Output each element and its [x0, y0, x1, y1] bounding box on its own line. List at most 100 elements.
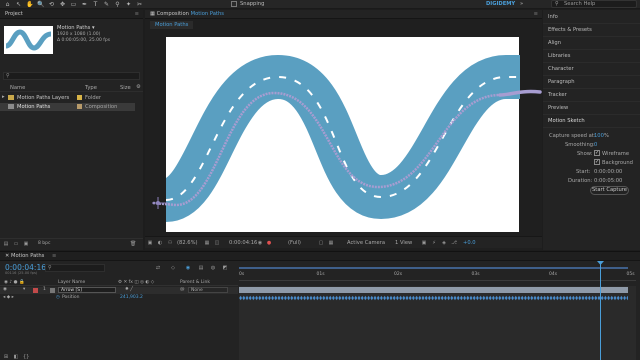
graph-editor-icon[interactable]: ◩: [222, 265, 228, 271]
column-options-icon[interactable]: ⚙: [136, 84, 141, 90]
property-value[interactable]: 241,903.2: [120, 295, 143, 300]
interpret-footage-icon[interactable]: ▤: [3, 241, 9, 247]
pan-behind-tool-icon[interactable]: ✥: [59, 1, 66, 8]
label-color-swatch[interactable]: [77, 104, 82, 109]
rectangle-tool-icon[interactable]: ▭: [70, 1, 77, 8]
list-item[interactable]: ▸ Motion Paths Layers Folder: [0, 94, 135, 102]
grid-icon[interactable]: ▦: [204, 240, 210, 246]
zoom-select[interactable]: (82.6%): [177, 240, 198, 246]
right-panel-item-info[interactable]: Info: [543, 11, 640, 24]
rotation-tool-icon[interactable]: ⟲: [48, 1, 55, 8]
collapse-switch-icon[interactable]: ✸ ╱: [125, 287, 133, 292]
time-ruler[interactable]: 0s 01s 02s 03s 04s 05s: [239, 263, 636, 285]
pen-tool-icon[interactable]: ✒: [81, 1, 88, 8]
right-panel-item-libraries[interactable]: Libraries: [543, 50, 640, 63]
camera-select[interactable]: Active Camera: [347, 240, 385, 246]
comp-name[interactable]: Motion Paths ▾: [57, 25, 95, 31]
table-row[interactable]: ◉ ▾ 1 Arrow [S] ✸ ╱ @ None: [0, 287, 238, 294]
transparency-grid-icon[interactable]: ▦: [328, 240, 334, 246]
project-tab[interactable]: Project ≡: [0, 10, 143, 19]
mask-visibility-icon[interactable]: ◐: [157, 240, 163, 246]
panel-menu-icon[interactable]: ≡: [135, 10, 139, 19]
column-size[interactable]: Size: [120, 85, 131, 91]
timeline-search-input[interactable]: ⚲: [45, 264, 105, 272]
flowchart-icon[interactable]: ⎇: [451, 240, 457, 246]
frame-blending-icon[interactable]: ▤: [198, 265, 204, 271]
bpc-label[interactable]: 8 bpc: [38, 241, 50, 246]
view-layout-select[interactable]: 1 View: [395, 240, 412, 246]
keyframe-nav-prev-icon[interactable]: ◂ ◆ ▸: [3, 295, 14, 300]
type-tool-icon[interactable]: T: [92, 1, 99, 8]
visibility-eye-icon[interactable]: ◉: [3, 287, 7, 292]
layer-duration-bar[interactable]: [239, 287, 628, 293]
color-channel-icon[interactable]: ●: [266, 240, 272, 246]
layer-switches-toggle-icon[interactable]: ⊞: [3, 354, 9, 360]
timeline-tab[interactable]: ✕ Motion Paths ≡: [0, 252, 640, 261]
right-panel-item-effects-presets[interactable]: Effects & Presets: [543, 24, 640, 37]
workspace-name[interactable]: DIGIDEMY: [486, 1, 515, 7]
home-icon[interactable]: ⌂: [4, 1, 11, 8]
new-composition-icon[interactable]: ▣: [23, 241, 29, 247]
right-panel-item-paragraph[interactable]: Paragraph: [543, 76, 640, 89]
snapping-checkbox[interactable]: [231, 1, 237, 7]
workspace-menu-icon[interactable]: »: [520, 1, 523, 7]
smoothing-value[interactable]: 0: [594, 142, 597, 148]
label-color-swatch[interactable]: [33, 288, 38, 293]
composition-tab[interactable]: ▦ Composition Motion Paths ≡: [145, 10, 542, 19]
parent-select[interactable]: None: [188, 287, 228, 293]
capture-speed-value[interactable]: 100: [594, 133, 604, 139]
list-item[interactable]: Motion Paths Composition: [0, 103, 135, 111]
column-name[interactable]: Name: [10, 85, 25, 91]
label-color-swatch[interactable]: [77, 95, 82, 100]
motion-blur-icon[interactable]: ◍: [210, 265, 216, 271]
puppet-pin-icon[interactable]: ✦: [125, 1, 132, 8]
keyframe-track[interactable]: [239, 295, 628, 301]
panel-menu-icon[interactable]: ≡: [52, 252, 56, 261]
project-search-input[interactable]: ⚲: [3, 72, 140, 80]
selection-tool-icon[interactable]: ↖: [15, 1, 22, 8]
wireframe-checkbox[interactable]: ✓: [594, 150, 600, 156]
panel-menu-icon[interactable]: ≡: [534, 10, 538, 19]
resolution-select[interactable]: (Full): [288, 240, 301, 246]
disclosure-arrow-icon[interactable]: ▾: [23, 287, 25, 292]
comp-subtab[interactable]: Motion Paths: [150, 21, 194, 29]
always-preview-icon[interactable]: ▣: [147, 240, 153, 246]
toggle-pixel-aspect-icon[interactable]: ▣: [421, 240, 427, 246]
exposure-value[interactable]: +0.0: [463, 240, 476, 246]
timeline-tracks[interactable]: [239, 261, 636, 360]
column-layer-name[interactable]: Layer Name: [58, 280, 85, 285]
help-search-input[interactable]: ⚲ Search Help: [551, 0, 637, 8]
right-panel-item-preview[interactable]: Preview: [543, 102, 640, 115]
background-checkbox[interactable]: ✓: [594, 159, 600, 165]
brush-tool-icon[interactable]: ✎: [103, 1, 110, 8]
right-panel-item-character[interactable]: Character: [543, 63, 640, 76]
layer-name[interactable]: Arrow [S]: [58, 287, 116, 293]
fast-previews-icon[interactable]: ⚡: [431, 240, 437, 246]
trash-icon[interactable]: 🗑: [130, 241, 136, 247]
snapshot-icon[interactable]: ◉: [257, 240, 263, 246]
modes-toggle-icon[interactable]: ◧: [13, 354, 19, 360]
right-panel-item-tracker[interactable]: Tracker: [543, 89, 640, 102]
3d-renderer-icon[interactable]: ◈: [441, 240, 447, 246]
hand-tool-icon[interactable]: ✋: [26, 1, 33, 8]
in-out-toggle-icon[interactable]: {}: [23, 354, 29, 360]
eraser-icon[interactable]: ✂: [136, 1, 143, 8]
camera-icon[interactable]: ⚇: [167, 240, 173, 246]
shy-layers-icon[interactable]: ◉: [185, 265, 191, 271]
work-area-bar[interactable]: [239, 267, 628, 269]
column-parent[interactable]: Parent & Link: [180, 280, 210, 285]
mask-icon[interactable]: ◫: [214, 240, 220, 246]
zoom-tool-icon[interactable]: 🔍: [37, 1, 44, 8]
composition-mini-flowchart-icon[interactable]: ⇄: [155, 265, 161, 271]
draft-3d-icon[interactable]: ◇: [170, 265, 176, 271]
column-type[interactable]: Type: [85, 85, 97, 91]
stopwatch-icon[interactable]: ◷: [56, 295, 60, 300]
disclosure-arrow-icon[interactable]: ▸: [2, 94, 5, 100]
right-panel-item-motion-sketch[interactable]: Motion Sketch: [543, 115, 640, 128]
region-of-interest-icon[interactable]: ▢: [318, 240, 324, 246]
viewer-timecode[interactable]: 0:00:04:16: [229, 240, 257, 246]
right-panel-item-align[interactable]: Align: [543, 37, 640, 50]
composition-canvas[interactable]: [152, 37, 542, 232]
position-keyframes[interactable]: [239, 295, 628, 301]
pick-whip-icon[interactable]: @: [180, 287, 185, 292]
